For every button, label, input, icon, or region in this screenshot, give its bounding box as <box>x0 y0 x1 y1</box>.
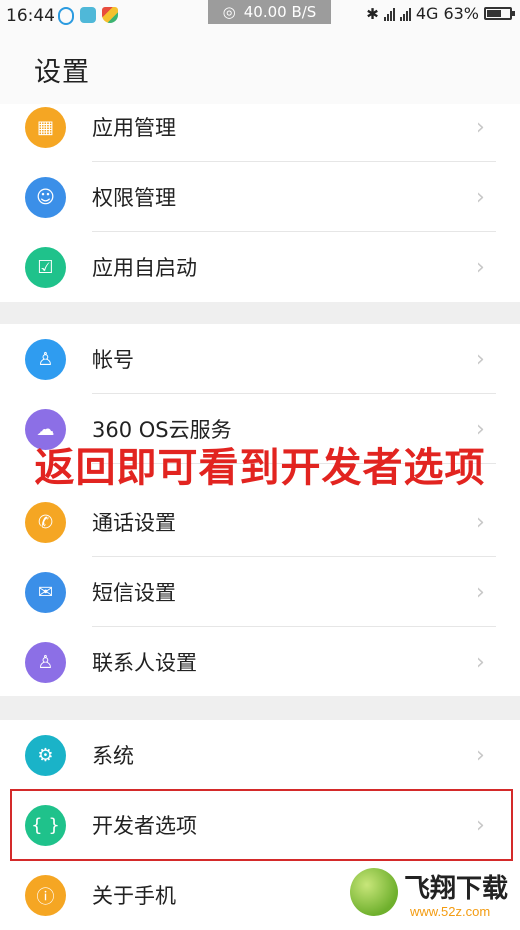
qq-notification-icon <box>58 7 74 25</box>
row-sms-settings[interactable]: ✉ 短信设置 › <box>0 557 520 627</box>
message-icon: ✉ <box>25 572 66 613</box>
overlay-caption: 返回即可看到开发者选项 <box>34 445 486 491</box>
row-label: 应用管理 <box>92 116 176 140</box>
hotspot-icon: ◎ <box>222 3 236 21</box>
grid-icon: ▦ <box>25 107 66 148</box>
chevron-right-icon: › <box>476 509 485 535</box>
battery-fill <box>487 10 501 17</box>
network-type: 4G <box>415 4 439 23</box>
android-icon: ☺ <box>25 177 66 218</box>
row-account[interactable]: ♙ 帐号 › <box>0 324 520 394</box>
row-label: 关于手机 <box>92 884 176 908</box>
watermark-url: www.52z.com <box>410 904 491 919</box>
row-label: 通话设置 <box>92 511 176 535</box>
shield-notification-icon <box>102 7 118 23</box>
chevron-right-icon: › <box>476 742 485 768</box>
row-app-management[interactable]: ▦ 应用管理 › <box>0 92 520 162</box>
chevron-right-icon: › <box>476 649 485 675</box>
leaf-logo-icon <box>350 868 398 916</box>
watermark-brand: 飞翔下载 <box>404 874 509 904</box>
battery-percent: 63% <box>443 4 479 23</box>
row-label: 权限管理 <box>92 186 176 210</box>
chevron-right-icon: › <box>476 114 485 140</box>
battery-icon <box>484 7 515 20</box>
row-permission-management[interactable]: ☺ 权限管理 › <box>0 162 520 232</box>
bluetooth-icon: ✱ <box>366 4 379 23</box>
checkbox-icon: ☑ <box>25 247 66 288</box>
contact-icon: ♙ <box>25 642 66 683</box>
network-speed-indicator: ◎ 40.00 B/S <box>208 0 331 24</box>
gear-icon: ⚙ <box>25 735 66 776</box>
info-icon: ⓘ <box>25 875 66 916</box>
chevron-right-icon: › <box>476 184 485 210</box>
status-time: 16:44 <box>6 6 55 26</box>
chevron-right-icon: › <box>476 346 485 372</box>
status-bar: 16:44 ◎ 40.00 B/S ✱ 4G 63% <box>0 0 520 32</box>
section-divider <box>0 696 520 720</box>
row-label: 联系人设置 <box>92 651 197 675</box>
highlight-box <box>10 789 513 861</box>
section-divider <box>0 302 520 324</box>
chevron-right-icon: › <box>476 254 485 280</box>
settings-section-account: ♙ 帐号 › ☁ 360 OS云服务 › ✆ 通话设置 › ✉ 短信设置 › ♙… <box>0 324 520 696</box>
network-speed-text: 40.00 B/S <box>243 3 317 21</box>
status-right: ✱ 4G 63% <box>366 4 515 23</box>
row-contact-settings[interactable]: ♙ 联系人设置 › <box>0 627 520 697</box>
row-label: 应用自启动 <box>92 256 197 280</box>
row-call-settings[interactable]: ✆ 通话设置 › <box>0 487 520 557</box>
row-app-autostart[interactable]: ☑ 应用自启动 › <box>0 232 520 302</box>
row-label: 系统 <box>92 744 134 768</box>
chevron-right-icon: › <box>476 579 485 605</box>
signal-icon-2 <box>399 7 411 21</box>
settings-section-apps: ▦ 应用管理 › ☺ 权限管理 › ☑ 应用自启动 › <box>0 104 520 302</box>
page-title: 设置 <box>34 57 90 88</box>
phone-icon: ✆ <box>25 502 66 543</box>
person-icon: ♙ <box>25 339 66 380</box>
row-label: 帐号 <box>92 348 134 372</box>
signal-icon <box>383 7 395 21</box>
app-notification-icon <box>80 7 96 23</box>
row-system[interactable]: ⚙ 系统 › <box>0 720 520 790</box>
row-label: 短信设置 <box>92 581 176 605</box>
watermark: 飞翔下载 www.52z.com <box>350 866 510 924</box>
